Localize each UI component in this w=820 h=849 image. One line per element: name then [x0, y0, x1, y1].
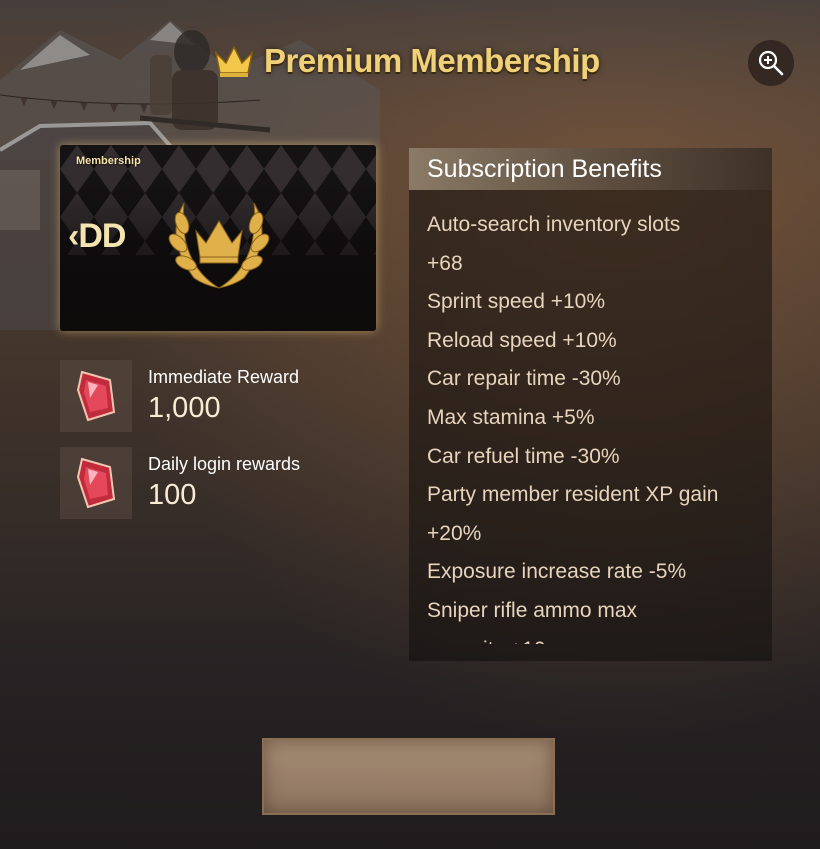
- reward-value: 100: [148, 479, 197, 511]
- crown-icon: [214, 45, 254, 77]
- card-name: ‹DD: [68, 217, 126, 255]
- laurel-crown-emblem: [168, 202, 270, 289]
- page-title: Premium Membership: [264, 42, 600, 79]
- zoom-button[interactable]: [748, 40, 794, 86]
- zoom-in-icon: [758, 50, 784, 76]
- benefit-item: Sniper rifle ammo max: [427, 598, 638, 622]
- premium-membership-panel: Premium Membership Membership ‹DD Immedi…: [0, 0, 820, 849]
- reward-label: Daily login rewards: [148, 454, 301, 474]
- purchase-button[interactable]: [262, 738, 555, 815]
- benefit-item: Sprint speed +10%: [427, 290, 606, 314]
- benefit-item: Max stamina +5%: [427, 405, 595, 429]
- subscription-benefits-panel: Subscription Benefits Auto-search invent…: [409, 148, 772, 661]
- membership-card: Membership ‹DD: [60, 145, 376, 331]
- card-label: Membership: [76, 155, 141, 167]
- benefit-item: Auto-search inventory slots: [427, 213, 681, 236]
- immediate-reward: Immediate Reward 1,000: [60, 360, 299, 432]
- reward-icon-box: [60, 447, 132, 519]
- daily-login-reward: Daily login rewards 100: [60, 447, 300, 519]
- reward-value: 1,000: [148, 392, 221, 424]
- red-gem-icon: [76, 457, 116, 509]
- benefit-item: capacity +10: [427, 631, 767, 644]
- benefit-item: Exposure increase rate -5%: [427, 560, 687, 584]
- benefit-item: Car repair time -30%: [427, 367, 621, 391]
- benefit-item: Party member resident XP gain: [427, 483, 719, 507]
- benefits-list[interactable]: Auto-search inventory slots +68 Sprint s…: [427, 206, 767, 644]
- benefit-item: Reload speed +10%: [427, 328, 617, 352]
- benefits-title: Subscription Benefits: [409, 148, 772, 190]
- title-bar: Premium Membership: [212, 42, 600, 80]
- benefit-item: +20%: [427, 521, 482, 545]
- reward-label: Immediate Reward: [148, 367, 300, 387]
- benefit-item: Car refuel time -30%: [427, 444, 620, 468]
- red-gem-icon: [76, 370, 116, 422]
- benefit-item: +68: [427, 251, 463, 275]
- reward-icon-box: [60, 360, 132, 432]
